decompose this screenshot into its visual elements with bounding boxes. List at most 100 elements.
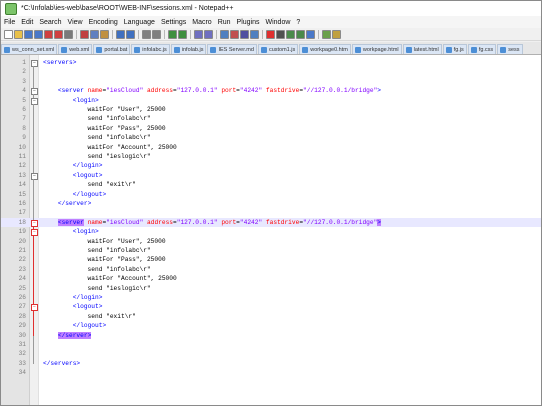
code-line[interactable]: 7 send "infolabc\r" (1, 114, 541, 123)
open-file-icon[interactable] (14, 29, 23, 39)
document-tab[interactable]: sess (497, 44, 523, 54)
document-tab[interactable]: IES Server.md (207, 44, 257, 54)
code-line[interactable]: 26 </login> (1, 293, 541, 302)
line-number: 1 (22, 59, 26, 66)
menu-view[interactable]: View (65, 19, 86, 26)
code-line[interactable]: 9 send "infolabc\r" (1, 133, 541, 142)
word-wrap-icon[interactable] (220, 29, 229, 39)
document-tab[interactable]: infolabc.js (131, 44, 170, 54)
zoom-out-icon[interactable] (178, 29, 187, 39)
code-line[interactable]: 20 waitFor "User", 25000 (1, 237, 541, 246)
code-line[interactable]: 30 </server> (1, 331, 541, 340)
code-line[interactable]: 32 (1, 349, 541, 358)
code-line[interactable]: 6 waitFor "User", 25000 (1, 105, 541, 114)
code-line[interactable]: 34 (1, 368, 541, 377)
document-tab[interactable]: ws_conn_set.xml (1, 44, 58, 54)
line-number: 29 (18, 322, 26, 330)
new-file-icon[interactable] (4, 29, 13, 39)
redo-icon[interactable] (126, 29, 135, 39)
sync-h-icon[interactable] (204, 29, 213, 39)
save-macro-icon[interactable] (306, 29, 315, 39)
code-text: </servers> (43, 359, 81, 367)
find-icon[interactable] (142, 29, 151, 39)
code-line[interactable]: 27 <logout> (1, 302, 541, 311)
print-icon[interactable] (64, 29, 73, 39)
menu-plugins[interactable]: Plugins (234, 19, 263, 26)
menu-search[interactable]: Search (36, 19, 64, 26)
indent-guide-icon[interactable] (240, 29, 249, 39)
line-number: 24 (18, 275, 26, 283)
code-line[interactable]: 21 send "infolabc\r" (1, 246, 541, 255)
code-line[interactable]: 22 waitFor "Pass", 25000 (1, 255, 541, 264)
document-tab[interactable]: infolab.js (170, 44, 207, 54)
code-editor[interactable]: 1 <servers> 2 3 4 <server name="iesCloud" ad… (1, 55, 541, 405)
code-line[interactable]: 23 send "infolabc\r" (1, 265, 541, 274)
menu-file[interactable]: File (1, 19, 18, 26)
zoom-in-icon[interactable] (168, 29, 177, 39)
code-line[interactable]: 1 <servers> (1, 58, 541, 67)
cut-icon[interactable] (80, 29, 89, 39)
code-line[interactable]: 29 </logout> (1, 321, 541, 330)
doc-map-icon[interactable] (332, 29, 341, 39)
code-text: waitFor "Pass", 25000 (43, 124, 166, 132)
document-tab[interactable]: fg.js (442, 44, 467, 54)
document-tab[interactable]: workpage0.htm (299, 44, 351, 54)
line-number: 16 (18, 200, 26, 207)
document-tab[interactable]: fg.css (467, 44, 497, 54)
code-line[interactable]: 17 (1, 208, 541, 217)
code-line[interactable]: 24 waitFor "Account", 25000 (1, 274, 541, 283)
menu-edit[interactable]: Edit (18, 19, 36, 26)
code-line[interactable]: 28 send "exit\r" (1, 312, 541, 321)
spell-check-icon[interactable] (322, 29, 331, 39)
save-icon[interactable] (24, 29, 33, 39)
menu-settings[interactable]: Settings (158, 19, 189, 26)
code-line[interactable]: 10 waitFor "Account", 25000 (1, 143, 541, 152)
replace-icon[interactable] (152, 29, 161, 39)
play-macro-icon[interactable] (286, 29, 295, 39)
menu-run[interactable]: Run (215, 19, 234, 26)
code-line[interactable]: 18 <server name="iesCloud" address="127.… (1, 217, 541, 228)
document-tab[interactable]: portal.bat (93, 44, 131, 54)
code-line[interactable]: 12 </login> (1, 161, 541, 170)
close-all-icon[interactable] (54, 29, 63, 39)
show-all-chars-icon[interactable] (230, 29, 239, 39)
code-line[interactable]: 31 (1, 340, 541, 349)
menu-encoding[interactable]: Encoding (86, 19, 121, 26)
code-line[interactable]: 8 waitFor "Pass", 25000 (1, 124, 541, 133)
record-macro-icon[interactable] (266, 29, 275, 39)
close-icon[interactable] (44, 29, 53, 39)
menu-window[interactable]: Window (263, 19, 294, 26)
code-line[interactable]: 25 send "ieslogic\r" (1, 284, 541, 293)
code-line[interactable]: 13 <logout> (1, 171, 541, 180)
stop-record-icon[interactable] (276, 29, 285, 39)
code-line[interactable]: 16 </server> (1, 199, 541, 208)
menu-language[interactable]: Language (121, 19, 158, 26)
document-tab[interactable]: web.xml (58, 44, 93, 54)
code-line[interactable]: 19 <login> (1, 227, 541, 236)
document-tab[interactable]: workpage.html (351, 44, 402, 54)
code-line[interactable]: 5 <login> (1, 96, 541, 105)
code-text: send "infolabc\r" (43, 247, 151, 254)
code-line[interactable]: 4 <server name="iesCloud" address="127.0… (1, 86, 541, 95)
code-text: waitFor "User", 25000 (43, 237, 166, 245)
code-line[interactable]: 14 send "exit\r" (1, 180, 541, 189)
document-tab[interactable]: custom1.js (257, 44, 299, 54)
paste-icon[interactable] (100, 29, 109, 39)
user-lang-icon[interactable] (250, 29, 259, 39)
code-line[interactable]: 3 (1, 77, 541, 86)
code-line[interactable]: 2 (1, 67, 541, 76)
save-all-icon[interactable] (34, 29, 43, 39)
menu-macro[interactable]: Macro (189, 19, 214, 26)
menu-help[interactable]: ? (293, 19, 303, 26)
file-icon (210, 46, 217, 53)
code-line[interactable]: 11 send "ieslogic\r" (1, 152, 541, 161)
notepad-app-icon (5, 2, 17, 15)
document-tab[interactable]: latest.html (402, 44, 442, 54)
run-macro-multiple-icon[interactable] (296, 29, 305, 39)
code-line[interactable]: 33 </servers> (1, 359, 541, 368)
sync-v-icon[interactable] (194, 29, 203, 39)
undo-icon[interactable] (116, 29, 125, 39)
line-number: 27 (18, 303, 26, 311)
code-line[interactable]: 15 </logout> (1, 190, 541, 199)
copy-icon[interactable] (90, 29, 99, 39)
